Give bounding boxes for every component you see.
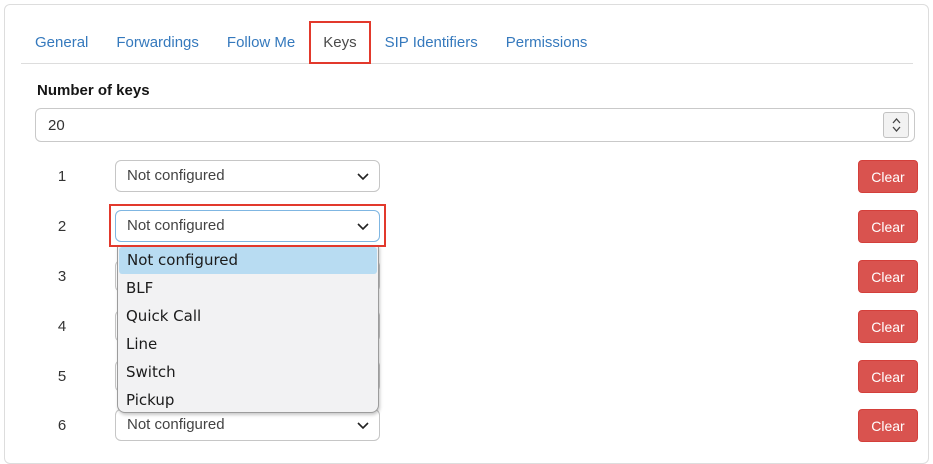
key-3-clear-button[interactable]: Clear <box>858 260 918 293</box>
key-row-number: 5 <box>45 368 79 385</box>
key-row-number: 1 <box>45 168 79 185</box>
settings-card: General Forwardings Follow Me Keys SIP I… <box>4 4 929 464</box>
dropdown-option-blf[interactable]: BLF <box>118 274 378 302</box>
chevron-down-icon <box>357 422 369 430</box>
key-row-number: 2 <box>45 218 79 235</box>
dropdown-option-switch[interactable]: Switch <box>118 358 378 386</box>
number-of-keys-label: Number of keys <box>37 82 150 99</box>
key-row-number: 3 <box>45 268 79 285</box>
key-6-select[interactable]: Not configured <box>115 409 380 441</box>
number-of-keys-field-wrap <box>35 108 915 142</box>
dropdown-option-quick-call[interactable]: Quick Call <box>118 302 378 330</box>
key-2-select-value: Not configured <box>127 217 225 234</box>
dropdown-option-not-configured[interactable]: Not configured <box>119 247 377 274</box>
key-2-select-dropdown: Not configured BLF Quick Call Line Switc… <box>117 245 379 413</box>
chevron-down-icon <box>357 223 369 231</box>
tab-bar: General Forwardings Follow Me Keys SIP I… <box>21 21 913 64</box>
tab-forwardings[interactable]: Forwardings <box>102 21 213 63</box>
tab-follow-me[interactable]: Follow Me <box>213 21 309 63</box>
spinner-up-icon <box>892 118 901 124</box>
key-row-number: 4 <box>45 318 79 335</box>
key-2-select[interactable]: Not configured <box>115 210 380 242</box>
key-1-select[interactable]: Not configured <box>115 160 380 192</box>
number-of-keys-input[interactable] <box>35 108 915 142</box>
key-6-select-value: Not configured <box>127 416 225 433</box>
spinner-down-icon <box>892 126 901 132</box>
number-stepper[interactable] <box>883 112 909 138</box>
tab-general[interactable]: General <box>21 21 102 63</box>
chevron-down-icon <box>357 173 369 181</box>
dropdown-option-line[interactable]: Line <box>118 330 378 358</box>
tab-keys[interactable]: Keys <box>309 21 370 64</box>
key-row-number: 6 <box>45 417 79 434</box>
key-5-clear-button[interactable]: Clear <box>858 360 918 393</box>
key-1-clear-button[interactable]: Clear <box>858 160 918 193</box>
dropdown-option-pickup[interactable]: Pickup <box>118 386 378 413</box>
tab-permissions[interactable]: Permissions <box>492 21 602 63</box>
key-1-select-value: Not configured <box>127 167 225 184</box>
key-4-clear-button[interactable]: Clear <box>858 310 918 343</box>
key-2-clear-button[interactable]: Clear <box>858 210 918 243</box>
key-6-clear-button[interactable]: Clear <box>858 409 918 442</box>
tab-sip-identifiers[interactable]: SIP Identifiers <box>371 21 492 63</box>
